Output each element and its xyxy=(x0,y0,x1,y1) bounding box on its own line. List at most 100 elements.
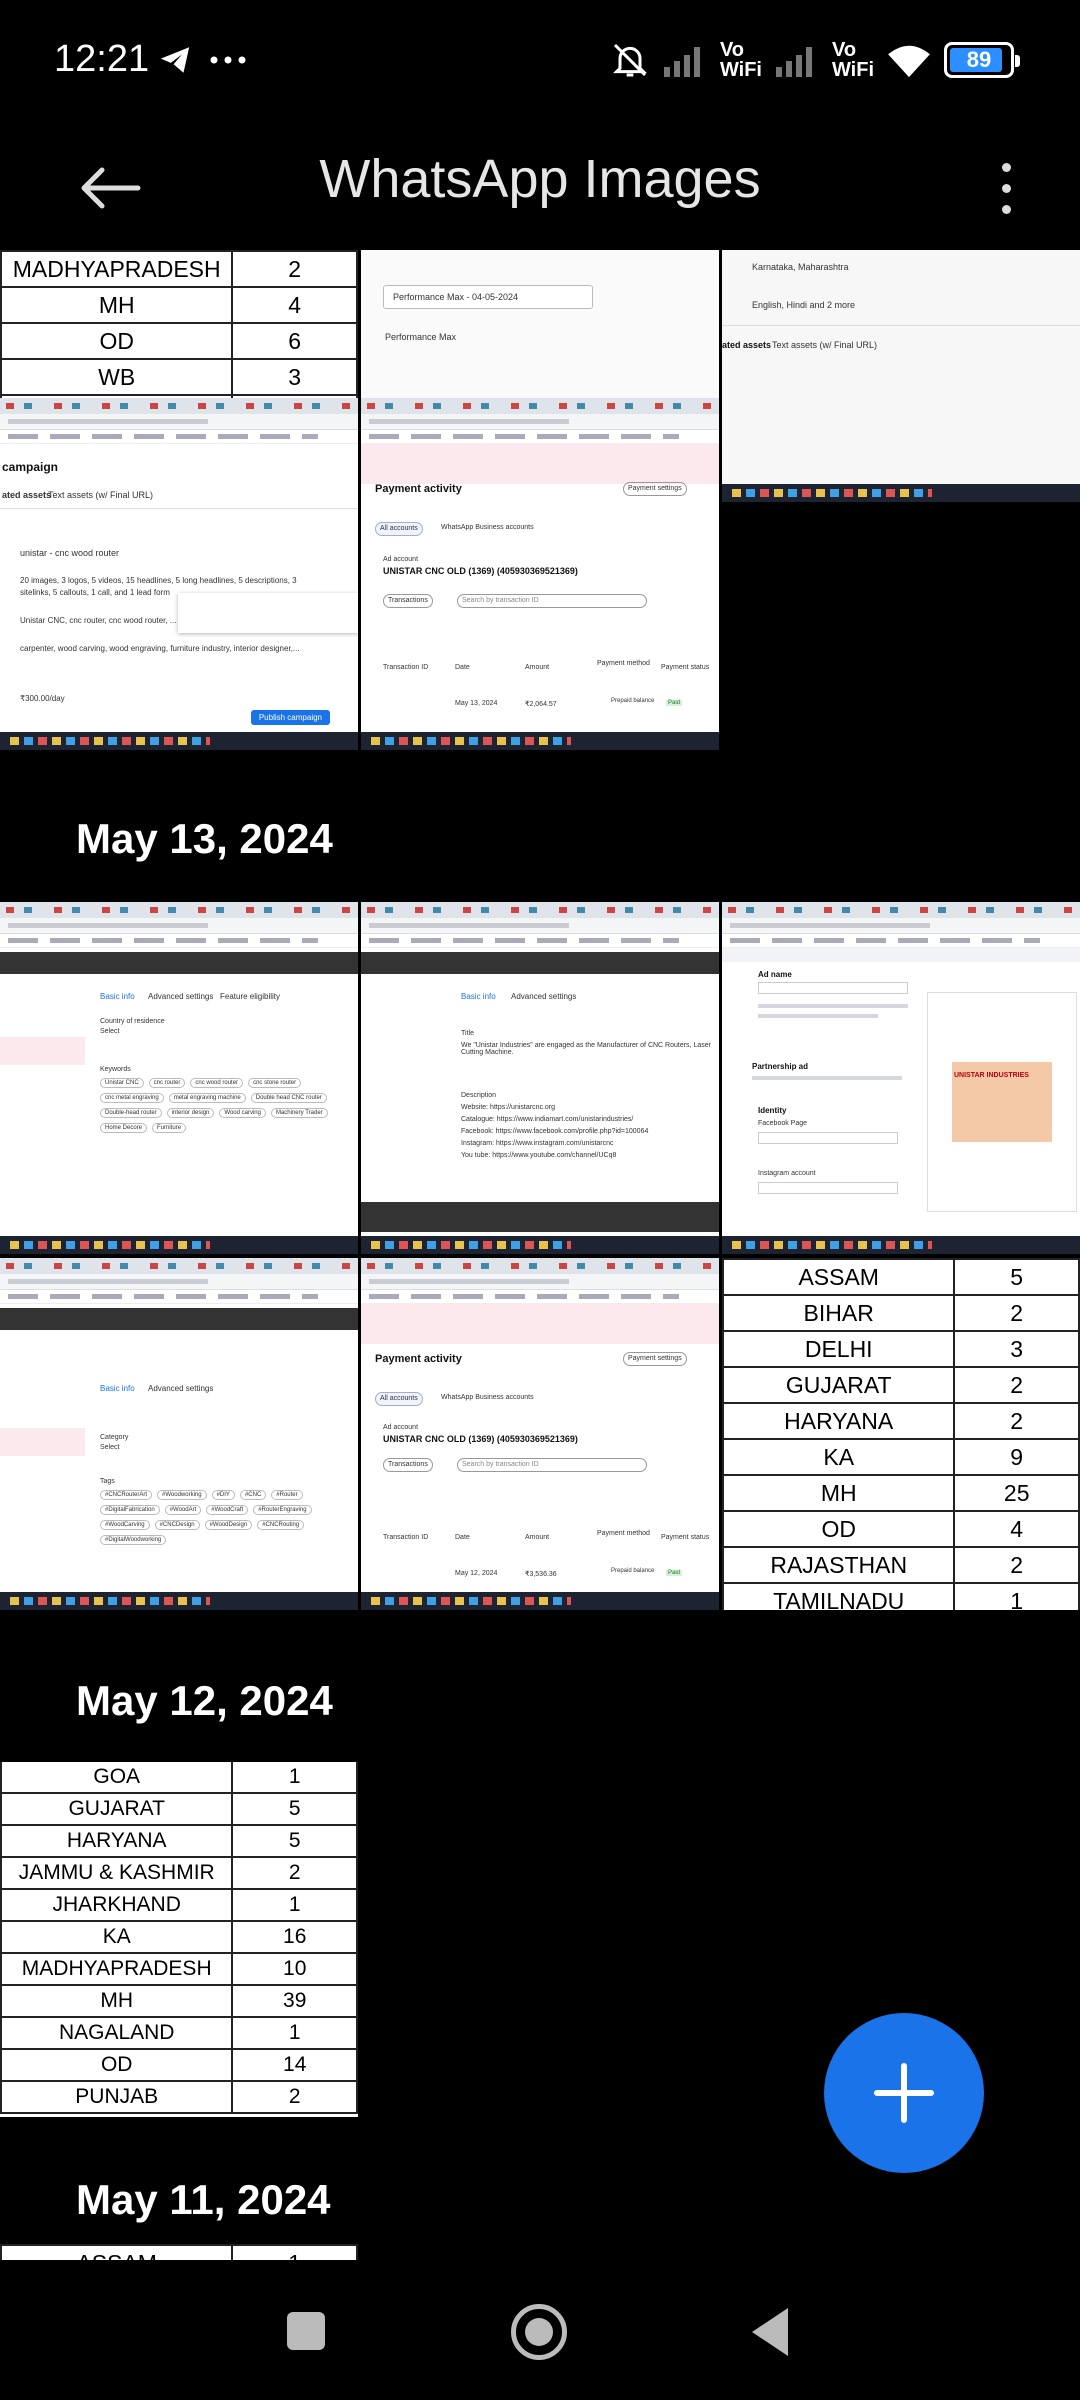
count-cell: 2 xyxy=(953,1546,1080,1584)
count-cell: 16 xyxy=(231,1920,358,1954)
chip: #CNCRouterArt xyxy=(100,1490,153,1500)
image-thumbnail[interactable]: Karnataka, Maharashtra English, Hindi an… xyxy=(722,250,1080,502)
signal-icon xyxy=(663,47,700,77)
chip: Double head CNC router xyxy=(250,1093,327,1103)
image-thumbnail[interactable]: Basic info Advanced settings Category Se… xyxy=(0,1258,358,1610)
app-bar: WhatsApp Images xyxy=(0,120,1080,250)
table-row: WB 3 xyxy=(0,358,358,396)
count-cell: 1 xyxy=(231,1888,358,1922)
table-row: OD 4 xyxy=(722,1510,1080,1548)
table-row: GUJARAT 5 xyxy=(0,1792,358,1826)
image-thumbnail[interactable]: GOA 1 GUJARAT 5 HARYANA 5 JAMMU & KASHMIR 2 JHAR… xyxy=(0,1762,358,2117)
count-cell: 10 xyxy=(231,1952,358,1986)
back-button[interactable] xyxy=(70,148,150,228)
chip: #DigitalFabrication xyxy=(100,1505,160,1515)
count-cell: 2 xyxy=(953,1294,1080,1332)
image-gallery[interactable]: MADHYAPRADESH2MH4OD6WB3Grand Total22 Per… xyxy=(0,250,1080,2260)
chip: #DigitalWoodworking xyxy=(100,1535,167,1545)
state-count-table: GOA 1 GUJARAT 5 HARYANA 5 JAMMU & KASHMIR 2 JHAR… xyxy=(0,1762,358,2114)
page-title: WhatsApp Images xyxy=(319,149,761,209)
state-cell: MH xyxy=(0,286,234,324)
recents-square-icon[interactable] xyxy=(287,2312,325,2350)
battery-icon: 89 xyxy=(944,42,1020,78)
chip: #DIY xyxy=(211,1490,235,1500)
state-count-table: ASSAM 5 BIHAR 2 DELHI 3 GUJARAT 2 HARYANA 2 KA 9 MH 2… xyxy=(722,1258,1080,1610)
table-row: HARYANA 5 xyxy=(0,1824,358,1858)
table-row: RAJASTHAN 2 xyxy=(722,1546,1080,1584)
chip: #WoodDesign xyxy=(204,1520,253,1530)
state-cell: HARYANA xyxy=(722,1402,956,1440)
count-cell: 4 xyxy=(953,1510,1080,1548)
state-count-table: ASSAM1 xyxy=(0,2244,358,2260)
chip: #CNC xyxy=(239,1490,267,1500)
chip: #Woodworking xyxy=(157,1490,207,1500)
chip: interior design xyxy=(166,1108,215,1118)
image-thumbnail[interactable]: Ad name Partnership ad Identity Facebook… xyxy=(722,902,1080,1254)
count-cell: 14 xyxy=(231,2048,358,2082)
table-row: KA 9 xyxy=(722,1438,1080,1476)
state-cell: KA xyxy=(722,1438,956,1476)
table-row: MH 4 xyxy=(0,286,358,324)
table-row: ASSAM1 xyxy=(0,2244,358,2260)
state-cell: ASSAM xyxy=(722,1258,956,1296)
count-cell: 2 xyxy=(231,1856,358,1890)
count-cell: 25 xyxy=(953,1474,1080,1512)
state-cell: NAGALAND xyxy=(0,2016,234,2050)
chip: #RouterEngraving xyxy=(253,1505,312,1515)
image-thumbnail[interactable]: Basic info Advanced settings Title We "U… xyxy=(361,902,719,1254)
vowifi-icon: Vo WiFi xyxy=(831,39,874,81)
vowifi-icon: Vo WiFi xyxy=(719,39,762,81)
telegram-icon xyxy=(160,47,190,73)
state-cell: GUJARAT xyxy=(722,1366,956,1404)
home-circle-icon[interactable] xyxy=(511,2304,567,2360)
count-cell: 1 xyxy=(231,2016,358,2050)
signal-icon xyxy=(775,47,812,77)
chip: Wood carving xyxy=(219,1108,266,1118)
state-cell: GUJARAT xyxy=(0,1792,234,1826)
state-cell: TAMILNADU xyxy=(722,1582,956,1610)
image-thumbnail[interactable]: campaign ated assets Text assets (w/ Fin… xyxy=(0,398,358,750)
table-row: MH 39 xyxy=(0,1984,358,2018)
state-cell: OD xyxy=(0,322,234,360)
table-row: OD 6 xyxy=(0,322,358,360)
state-cell: KA xyxy=(0,1920,234,1954)
state-cell: RAJASTHAN xyxy=(722,1546,956,1584)
table-row: MADHYAPRADESH 2 xyxy=(0,250,358,288)
count-cell: 1 xyxy=(953,1582,1080,1610)
table-row: OD 14 xyxy=(0,2048,358,2082)
chip: #WoodCraft xyxy=(206,1505,249,1515)
count-cell: 2 xyxy=(231,2080,358,2114)
image-thumbnail[interactable]: Basic info Advanced settings Feature eli… xyxy=(0,902,358,1254)
status-time: 12:21 xyxy=(54,38,150,80)
status-right-icons: Vo WiFi Vo WiFi 89 xyxy=(610,34,1020,86)
state-cell: BIHAR xyxy=(722,1294,956,1332)
table-row: HARYANA 2 xyxy=(722,1402,1080,1440)
back-triangle-icon[interactable] xyxy=(752,2308,788,2356)
image-thumbnail[interactable]: Payment activity Payment settings All ac… xyxy=(361,398,719,750)
table-row: MH 25 xyxy=(722,1474,1080,1512)
chip: #Router xyxy=(271,1490,303,1500)
table-row: BIHAR 2 xyxy=(722,1294,1080,1332)
more-options-button[interactable] xyxy=(976,148,1036,228)
count-cell: 3 xyxy=(953,1330,1080,1368)
count-cell: 2 xyxy=(231,250,358,288)
image-thumbnail[interactable]: ASSAM 5 BIHAR 2 DELHI 3 GUJARAT 2 HARYANA 2 KA 9 MH 2… xyxy=(722,1258,1080,1610)
chip: Furniture xyxy=(152,1123,187,1133)
table-row: NAGALAND 1 xyxy=(0,2016,358,2050)
status-left-icons xyxy=(158,40,248,80)
chip: #CNCRouting xyxy=(257,1520,305,1530)
keyword-chips: Unistar CNC cnc router cnc wood router cnc … xyxy=(100,1078,350,1133)
table-row: ASSAM 5 xyxy=(722,1258,1080,1296)
chip: Home Decore xyxy=(100,1123,148,1133)
chip: metal engraving machine xyxy=(168,1093,246,1103)
status-bar: 12:21 Vo WiFi Vo WiFi 89 xyxy=(0,0,1080,120)
count-cell: 2 xyxy=(953,1366,1080,1404)
add-fab-button[interactable] xyxy=(824,2013,984,2173)
table-row: DELHI 3 xyxy=(722,1330,1080,1368)
count-cell: 39 xyxy=(231,1984,358,2018)
chip: cnc metal engraving xyxy=(100,1093,164,1103)
count-cell: 1 xyxy=(231,1762,358,1794)
image-thumbnail[interactable]: Payment activity Payment settings All ac… xyxy=(361,1258,719,1610)
table-row: JHARKHAND 1 xyxy=(0,1888,358,1922)
state-cell: OD xyxy=(0,2048,234,2082)
